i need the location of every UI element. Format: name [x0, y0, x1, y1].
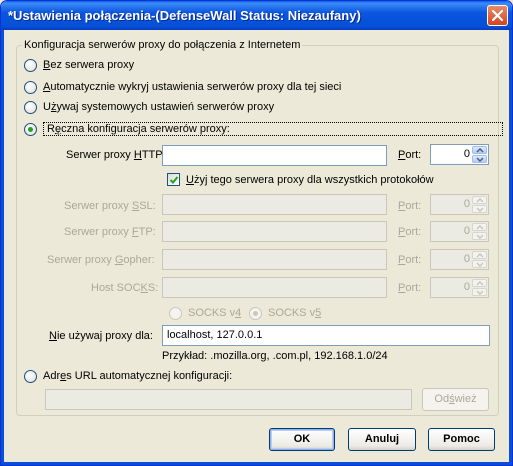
- gopher-port-label: Port:: [398, 254, 422, 266]
- radio-label: SOCKS v4: [188, 307, 242, 319]
- radio-label: Adres URL automatycznej konfiguracji:: [43, 370, 233, 382]
- radio-label: Ręczna konfiguracja serwerów proxy:: [43, 122, 503, 136]
- title-bar[interactable]: *Ustawienia połączenia-(DefenseWall Stat…: [1, 1, 512, 30]
- ssl-port-value: 0: [463, 198, 470, 210]
- close-button[interactable]: [487, 5, 508, 26]
- spin-down-button[interactable]: [472, 205, 487, 213]
- cancel-button[interactable]: Anuluj: [348, 428, 416, 451]
- auto-config-url-input[interactable]: [45, 389, 412, 410]
- spin-down-button[interactable]: [472, 155, 487, 163]
- chevron-down-icon: [476, 234, 484, 239]
- spin-up-button[interactable]: [472, 279, 487, 287]
- socks-port-label: Port:: [398, 282, 422, 294]
- radio-manual-proxy[interactable]: Ręczna konfiguracja serwerów proxy:: [24, 121, 503, 137]
- gopher-proxy-input[interactable]: [162, 249, 387, 270]
- radio-label: Używaj systemowych ustawień serwerów pro…: [43, 101, 275, 113]
- ftp-port-spinner[interactable]: 0: [430, 221, 489, 242]
- gopher-port-value: 0: [463, 253, 470, 265]
- radio-socks-v5[interactable]: SOCKS v5: [249, 305, 321, 321]
- radio-button[interactable]: [169, 306, 182, 320]
- same-proxy-checkbox[interactable]: [167, 173, 180, 186]
- spin-up-button[interactable]: [472, 196, 487, 204]
- window-title: *Ustawienia połączenia-(DefenseWall Stat…: [8, 8, 361, 23]
- radio-autodetect[interactable]: Automatycznie wykryj ustawienia serwerów…: [24, 79, 341, 95]
- ftp-proxy-input[interactable]: [162, 221, 387, 242]
- radio-socks-v4[interactable]: SOCKS v4: [169, 305, 241, 321]
- spin-up-button[interactable]: [472, 223, 487, 231]
- spin-up-button[interactable]: [472, 146, 487, 154]
- http-proxy-label: Serwer proxy HTTP:: [66, 149, 166, 161]
- radio-button[interactable]: [24, 369, 37, 383]
- http-proxy-input[interactable]: [162, 145, 387, 166]
- group-legend: Konfiguracja serwerów proxy do połączeni…: [22, 39, 303, 51]
- radio-button[interactable]: [24, 100, 37, 114]
- no-proxy-example: Przykład: .mozilla.org, .com.pl, 192.168…: [162, 350, 388, 362]
- spin-up-button[interactable]: [472, 251, 487, 259]
- socks-host-label: Host SOCKS:: [91, 282, 159, 294]
- chevron-down-icon: [476, 262, 484, 267]
- chevron-down-icon: [476, 207, 484, 212]
- ok-button[interactable]: OK: [269, 428, 335, 451]
- chevron-down-icon: [476, 157, 484, 162]
- ftp-port-value: 0: [463, 225, 470, 237]
- window-frame-bottom: [1, 462, 512, 465]
- ssl-proxy-label: Serwer proxy SSL:: [64, 200, 156, 212]
- radio-button[interactable]: [24, 58, 37, 72]
- chevron-down-icon: [476, 290, 484, 295]
- chevron-up-icon: [476, 281, 484, 286]
- chevron-up-icon: [476, 253, 484, 258]
- radio-button[interactable]: [24, 122, 37, 136]
- ssl-port-label: Port:: [398, 200, 422, 212]
- radio-auto-config-url[interactable]: Adres URL automatycznej konfiguracji:: [24, 368, 232, 384]
- radio-label: SOCKS v5: [268, 307, 322, 319]
- spin-down-button[interactable]: [472, 260, 487, 268]
- chevron-up-icon: [476, 225, 484, 230]
- socks-host-input[interactable]: [162, 277, 387, 298]
- ftp-proxy-label: Serwer proxy FTP:: [64, 226, 156, 238]
- connection-settings-dialog: *Ustawienia połączenia-(DefenseWall Stat…: [0, 0, 513, 466]
- ssl-port-spinner[interactable]: 0: [430, 194, 489, 215]
- spin-down-button[interactable]: [472, 232, 487, 240]
- http-port-spinner[interactable]: 0: [430, 144, 489, 165]
- radio-button[interactable]: [249, 306, 262, 320]
- http-port-label: Port:: [398, 149, 422, 161]
- window-frame-left: [1, 30, 4, 465]
- radio-no-proxy[interactable]: Bez serwera proxy: [24, 57, 134, 73]
- no-proxy-for-label: Nie używaj proxy dla:: [49, 330, 153, 342]
- chevron-up-icon: [476, 198, 484, 203]
- spin-down-button[interactable]: [472, 288, 487, 296]
- checkmark-icon: [169, 176, 179, 184]
- socks-port-spinner[interactable]: 0: [430, 277, 489, 298]
- radio-system-proxy[interactable]: Używaj systemowych ustawień serwerów pro…: [24, 99, 274, 115]
- help-button[interactable]: Pomoc: [428, 428, 495, 451]
- socks-port-value: 0: [463, 281, 470, 293]
- ftp-port-label: Port:: [398, 226, 422, 238]
- no-proxy-for-input[interactable]: localhost, 127.0.0.1: [162, 325, 490, 346]
- same-proxy-label: Użyj tego serwera proxy dla wszystkich p…: [186, 174, 434, 186]
- ssl-proxy-input[interactable]: [162, 194, 387, 215]
- radio-label: Automatycznie wykryj ustawienia serwerów…: [43, 81, 342, 93]
- window-frame-right: [509, 30, 512, 465]
- http-port-value: 0: [463, 148, 470, 160]
- gopher-proxy-label: Serwer proxy Gopher:: [47, 254, 155, 266]
- chevron-up-icon: [476, 148, 484, 153]
- gopher-port-spinner[interactable]: 0: [430, 249, 489, 270]
- radio-label: Bez serwera proxy: [43, 59, 135, 71]
- reload-button[interactable]: Odśwież: [422, 388, 489, 411]
- radio-button[interactable]: [24, 80, 37, 94]
